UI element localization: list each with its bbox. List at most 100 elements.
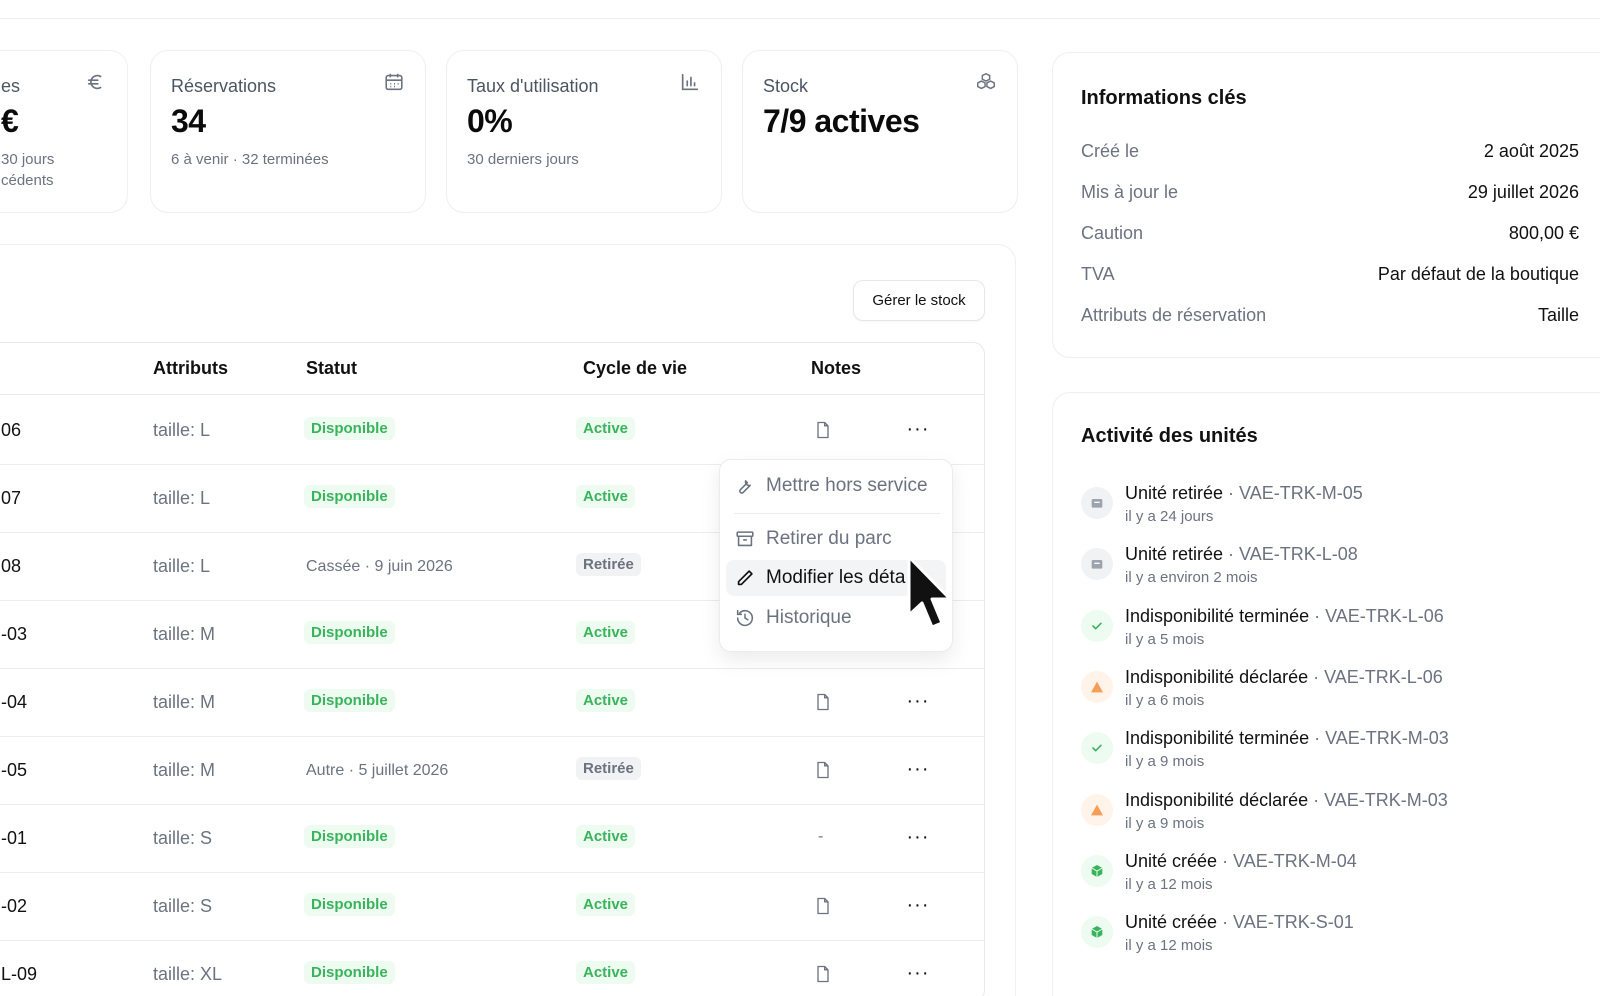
activity-time: il y a 24 jours [1125,508,1214,525]
unit-id[interactable]: -02 [1,896,27,917]
activity-text: Indisponibilité terminée · VAE-TRK-M-03 [1125,728,1449,749]
status-badge: Disponible [304,893,395,916]
note-empty: - [818,828,824,845]
note-icon[interactable] [813,692,833,712]
boxes-icon [975,71,997,93]
unit-attributes: taille: L [153,556,211,576]
lifecycle-badge: Retirée [576,553,641,576]
lifecycle-badge: Active [576,621,636,644]
unit-id[interactable]: -05 [1,760,27,781]
key-info-label: Créé le [1081,141,1140,161]
stat-sub-line: cédents [1,172,54,189]
unit-attributes: taille: S [153,828,213,848]
mouse-cursor-icon [907,555,952,629]
activity-unit: · VAE-TRK-M-03 [1309,728,1449,749]
stat-card-utilisation: Taux d'utilisation 0% 30 derniers jours [446,50,722,213]
activity-event: Unité retirée [1125,544,1224,565]
activity-time: il y a 9 mois [1125,753,1205,771]
status-badge: Disponible [304,689,395,712]
menu-item-label: Historique [766,607,852,628]
activity-event: Unité créée [1125,912,1218,933]
stat-card-revenue: es € 30 jours cédents [0,50,128,213]
status-text: Autre · 5 juillet 2026 [306,762,449,779]
key-info-label: TVA [1081,264,1115,284]
key-info-label: Mis à jour le [1081,182,1179,202]
activity-time: il y a 9 mois [1125,814,1205,832]
column-header-lifecycle: Cycle de vie [583,358,688,378]
activity-unit: · VAE-TRK-L-06 [1309,605,1444,626]
bar-chart-icon [679,71,701,93]
archive-icon [734,528,756,550]
history-icon [734,607,756,629]
activity-item: Unité retirée · VAE-TRK-M-05 il y a 24 jo… [1081,483,1581,535]
menu-item-out-of-service[interactable]: Mettre hors service [726,468,946,504]
row-actions-button[interactable]: ··· [905,824,931,850]
status-badge: Disponible [304,825,395,848]
units-table: Attributs Statut Cycle de vie Notes 06 ta… [0,342,985,996]
note-icon[interactable] [813,964,833,984]
activity-text: Indisponibilité déclarée · VAE-TRK-M-03 [1125,790,1448,811]
stat-card-stock: Stock 7/9 actives [742,50,1018,213]
activity-text: Indisponibilité déclarée · VAE-TRK-L-06 [1125,667,1443,688]
manage-stock-button[interactable]: Gérer le stock [853,280,985,321]
activity-text: Unité créée · VAE-TRK-S-01 [1125,912,1354,933]
lifecycle-badge: Retirée [576,757,641,780]
activity-item: Unité retirée · VAE-TRK-L-08 il y a envir… [1081,544,1581,596]
note-icon[interactable] [813,896,833,916]
table-row: -05 taille: M Autre · 5 juillet 2026 Retiré… [0,736,984,805]
unit-id[interactable]: -03 [1,624,27,645]
unit-id[interactable]: L-09 [1,964,37,985]
activity-event: Unité retirée [1125,483,1224,503]
row-actions-button[interactable]: ··· [905,960,931,986]
status-text: Cassée · 9 juin 2026 [306,558,453,575]
unit-id[interactable]: 08 [1,556,21,577]
column-header-status: Statut [306,358,357,378]
row-actions-button[interactable]: ··· [905,688,931,714]
activity-unit: · VAE-TRK-M-03 [1308,789,1448,810]
row-actions-button[interactable]: ··· [905,892,931,918]
menu-item-label: Retirer du parc [766,528,892,549]
lifecycle-badge: Active [576,961,636,984]
activity-event: Indisponibilité terminée [1125,728,1310,749]
box-icon [1081,916,1113,949]
menu-item-retire[interactable]: Retirer du parc [726,521,946,557]
unit-attributes: taille: M [153,692,216,712]
warning-icon [1081,793,1113,826]
activity-text: Unité créée · VAE-TRK-M-04 [1125,851,1357,872]
status-badge: Disponible [304,485,395,508]
activity-event: Unité créée [1125,850,1218,871]
unit-id[interactable]: -04 [1,692,27,713]
stat-title: Réservations [171,76,277,96]
row-actions-button[interactable]: ··· [905,756,931,782]
activity-unit: · VAE-TRK-S-01 [1217,912,1354,933]
archive-icon [1081,548,1113,581]
activity-text: Unité retirée · VAE-TRK-M-05 [1125,483,1363,504]
activity-title: Activité des unités [1081,425,1258,447]
unit-attributes: taille: L [153,420,211,440]
note-icon[interactable] [813,420,833,440]
warning-icon [1081,670,1113,703]
key-info-value: 29 juillet 2026 [1467,182,1579,202]
activity-text: Indisponibilité terminée · VAE-TRK-L-06 [1125,606,1444,627]
menu-divider [734,513,940,514]
lifecycle-badge: Active [576,689,636,712]
top-divider [0,18,1600,19]
stat-value: 34 [171,103,206,139]
table-row: L-09 taille: XL Disponible Active ··· [0,940,984,996]
stat-sub: 6 à venir · 32 terminées [171,151,329,168]
note-icon[interactable] [813,760,833,780]
stat-title: Taux d'utilisation [467,76,599,96]
unit-id[interactable]: -01 [1,828,27,849]
unit-id[interactable]: 07 [1,488,21,509]
unit-attributes: taille: M [153,624,216,644]
lifecycle-badge: Active [576,893,636,916]
activity-item: Unité créée · VAE-TRK-M-04 il y a 12 mois [1081,851,1581,903]
row-actions-button[interactable]: ··· [905,416,931,442]
key-info-title: Informations clés [1081,87,1247,109]
activity-text: Unité retirée · VAE-TRK-L-08 [1125,544,1358,565]
wrench-icon [734,475,756,497]
unit-id[interactable]: 06 [1,420,21,441]
activity-unit: · VAE-TRK-L-08 [1223,544,1358,565]
stat-value: 0% [467,103,513,139]
stat-title: es [1,76,21,96]
